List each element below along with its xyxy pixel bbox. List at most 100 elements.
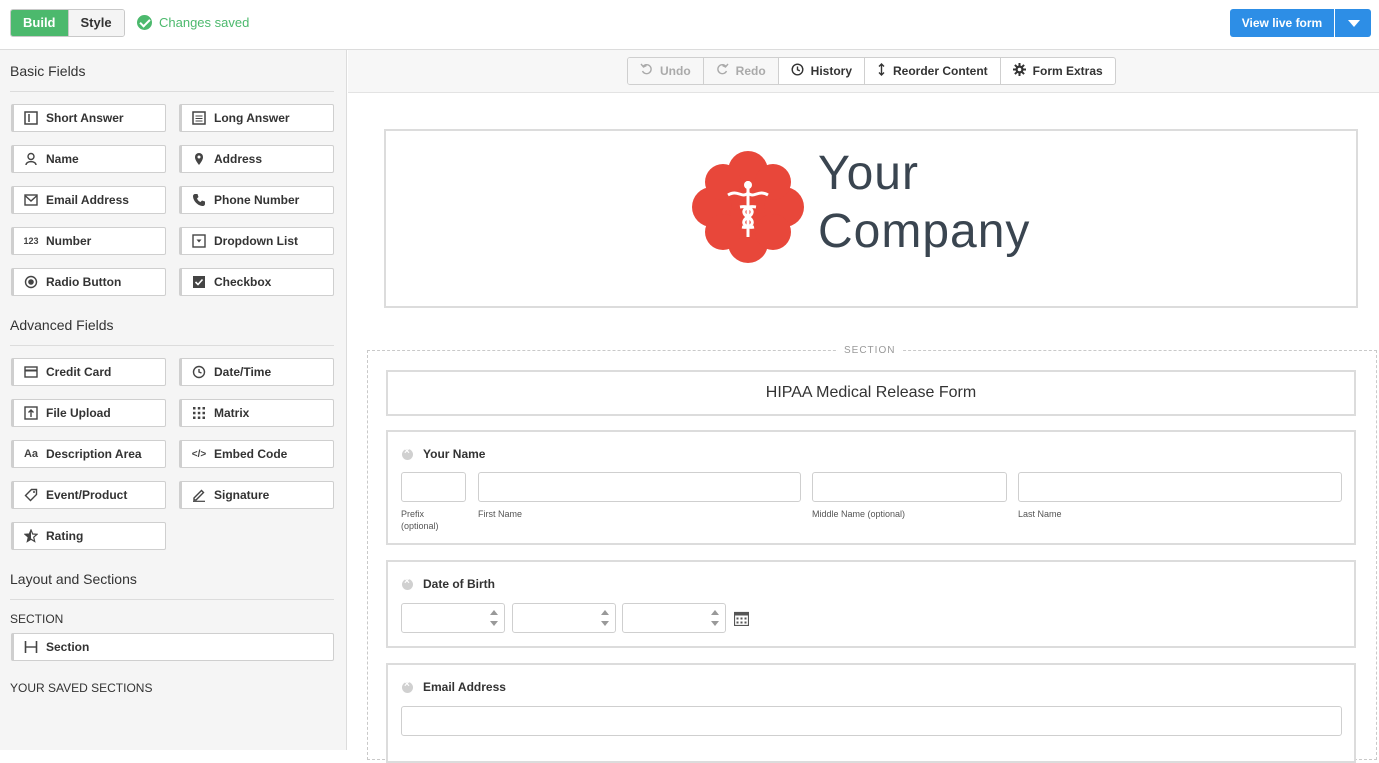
credit-card-button[interactable]: Credit Card bbox=[11, 358, 166, 386]
rating-button[interactable]: Rating bbox=[11, 522, 166, 550]
section-button[interactable]: Section bbox=[11, 633, 334, 661]
person-icon bbox=[23, 151, 39, 167]
stepper-arrows-icon bbox=[601, 610, 609, 626]
divider bbox=[10, 91, 334, 92]
number-button[interactable]: 123 Number bbox=[11, 227, 166, 255]
long-answer-label: Long Answer bbox=[214, 111, 290, 125]
section-icon bbox=[23, 639, 39, 655]
remove-field-icon[interactable] bbox=[402, 446, 413, 460]
checkbox-icon bbox=[191, 274, 207, 290]
short-answer-icon bbox=[23, 110, 39, 126]
envelope-icon bbox=[23, 192, 39, 208]
upload-icon bbox=[23, 405, 39, 421]
divider bbox=[10, 599, 334, 600]
phone-number-button[interactable]: Phone Number bbox=[179, 186, 334, 214]
address-button[interactable]: Address bbox=[179, 145, 334, 173]
dropdown-list-label: Dropdown List bbox=[214, 234, 298, 248]
gear-icon bbox=[1012, 63, 1026, 79]
signature-label: Signature bbox=[214, 488, 270, 502]
view-live-form-button[interactable]: View live form bbox=[1230, 9, 1334, 37]
file-upload-button[interactable]: File Upload bbox=[11, 399, 166, 427]
undo-label: Undo bbox=[660, 64, 691, 78]
phone-number-label: Phone Number bbox=[214, 193, 300, 207]
year-select[interactable] bbox=[622, 603, 726, 633]
undo-icon bbox=[640, 63, 653, 79]
form-extras-button[interactable]: Form Extras bbox=[999, 58, 1115, 84]
saved-sections-caption: YOUR SAVED SECTIONS bbox=[10, 681, 153, 695]
remove-field-icon[interactable] bbox=[402, 679, 413, 693]
first-name-caption: First Name bbox=[478, 509, 523, 519]
logo-block[interactable]: Your Company bbox=[384, 129, 1358, 308]
email-address-button[interactable]: Email Address bbox=[11, 186, 166, 214]
middle-name-input[interactable] bbox=[812, 472, 1007, 502]
field-sidebar: Basic Fields Short Answer Long Answer Na… bbox=[0, 50, 347, 750]
email-address-label: Email Address bbox=[46, 193, 129, 207]
form-title[interactable]: HIPAA Medical Release Form bbox=[386, 370, 1356, 416]
signature-button[interactable]: Signature bbox=[179, 481, 334, 509]
date-of-birth-field[interactable]: Date of Birth bbox=[386, 560, 1356, 648]
checkbox-button[interactable]: Checkbox bbox=[179, 268, 334, 296]
reorder-content-button[interactable]: Reorder Content bbox=[864, 58, 1000, 84]
redo-button[interactable]: Redo bbox=[702, 58, 778, 84]
calendar-icon[interactable] bbox=[734, 611, 749, 626]
description-area-label: Description Area bbox=[46, 447, 142, 461]
remove-field-icon[interactable] bbox=[402, 576, 413, 590]
text-aa-icon: Aa bbox=[23, 448, 39, 460]
middle-name-caption: Middle Name (optional) bbox=[812, 509, 906, 519]
number-icon: 123 bbox=[23, 236, 39, 246]
reorder-content-label: Reorder Content bbox=[893, 64, 988, 78]
radio-button-label: Radio Button bbox=[46, 275, 122, 289]
view-options-dropdown-button[interactable] bbox=[1334, 9, 1371, 37]
style-tab[interactable]: Style bbox=[67, 10, 124, 36]
long-answer-button[interactable]: Long Answer bbox=[179, 104, 334, 132]
embed-code-label: Embed Code bbox=[214, 447, 288, 461]
map-pin-icon bbox=[191, 151, 207, 167]
first-name-input[interactable] bbox=[478, 472, 801, 502]
layout-sections-heading: Layout and Sections bbox=[10, 571, 137, 587]
email-address-field[interactable]: Email Address bbox=[386, 663, 1356, 763]
redo-label: Redo bbox=[735, 64, 766, 78]
last-name-caption: Last Name bbox=[1018, 509, 1062, 519]
build-tab[interactable]: Build bbox=[11, 10, 68, 36]
history-button[interactable]: History bbox=[777, 58, 864, 84]
undo-button[interactable]: Undo bbox=[628, 58, 703, 84]
section-marker: SECTION bbox=[838, 345, 902, 356]
your-name-field[interactable]: Your Name Prefix (optional) First Name M… bbox=[386, 430, 1356, 545]
radio-icon bbox=[23, 274, 39, 290]
field-label: Email Address bbox=[423, 680, 506, 694]
check-circle-icon bbox=[137, 15, 152, 30]
number-label: Number bbox=[46, 234, 92, 248]
stepper-arrows-icon bbox=[490, 610, 498, 626]
day-select[interactable] bbox=[512, 603, 616, 633]
credit-card-label: Credit Card bbox=[46, 365, 112, 379]
top-bar: Build Style Changes saved View live form bbox=[0, 0, 1379, 50]
email-input[interactable] bbox=[401, 706, 1342, 736]
name-button[interactable]: Name bbox=[11, 145, 166, 173]
builder-toolbar: Undo Redo History Reorder Content Form E… bbox=[348, 50, 1379, 93]
rating-label: Rating bbox=[46, 529, 84, 543]
section-caption: SECTION bbox=[10, 612, 64, 626]
form-extras-label: Form Extras bbox=[1032, 64, 1103, 78]
save-status-text: Changes saved bbox=[159, 15, 250, 30]
month-select[interactable] bbox=[401, 603, 505, 633]
embed-code-button[interactable]: </> Embed Code bbox=[179, 440, 334, 468]
short-answer-button[interactable]: Short Answer bbox=[11, 104, 166, 132]
event-product-button[interactable]: Event/Product bbox=[11, 481, 166, 509]
matrix-button[interactable]: Matrix bbox=[179, 399, 334, 427]
date-time-button[interactable]: Date/Time bbox=[179, 358, 334, 386]
view-live-form-group: View live form bbox=[1230, 9, 1371, 37]
prefix-input[interactable] bbox=[401, 472, 466, 502]
dropdown-list-button[interactable]: Dropdown List bbox=[179, 227, 334, 255]
name-label: Name bbox=[46, 152, 79, 166]
grid-dots-icon bbox=[191, 405, 207, 421]
radio-button-button[interactable]: Radio Button bbox=[11, 268, 166, 296]
description-area-button[interactable]: Aa Description Area bbox=[11, 440, 166, 468]
last-name-input[interactable] bbox=[1018, 472, 1342, 502]
matrix-label: Matrix bbox=[214, 406, 250, 420]
toolbar-button-group: Undo Redo History Reorder Content Form E… bbox=[627, 57, 1116, 85]
mode-switch: Build Style bbox=[10, 9, 125, 37]
company-name: Your Company bbox=[818, 145, 1030, 261]
divider bbox=[10, 345, 334, 346]
history-label: History bbox=[810, 64, 852, 78]
file-upload-label: File Upload bbox=[46, 406, 111, 420]
